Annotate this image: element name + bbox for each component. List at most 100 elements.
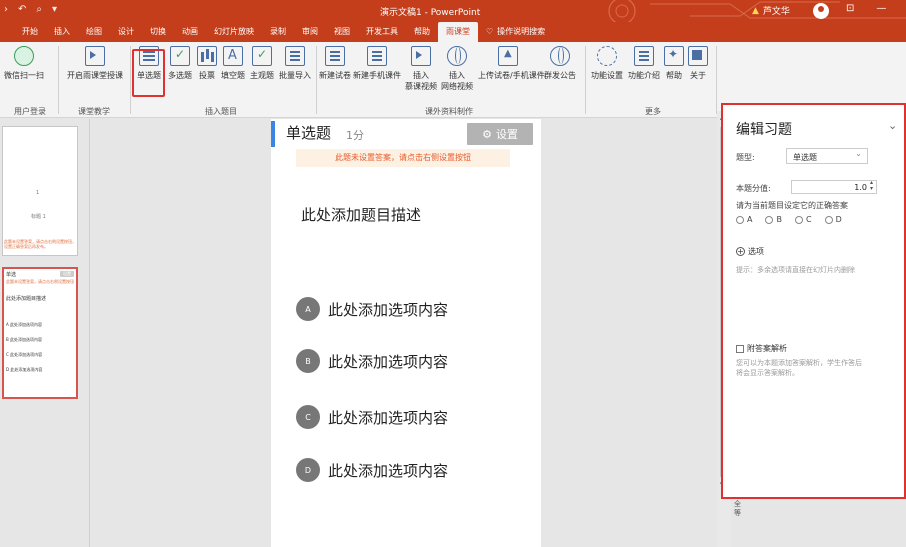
answer-analysis-checkbox[interactable]: 附答案解析 xyxy=(736,343,787,354)
group-label-extra: 课外资料制作 xyxy=(425,107,473,116)
slide-thumbnail-2[interactable]: 单选 设置 此题未设置答案，请点击右侧设置按钮 此处添加题目描述 A 此处添加选… xyxy=(2,267,78,399)
group-label-login: 用户登录 xyxy=(14,107,46,116)
score-input[interactable]: 1.0 xyxy=(791,180,877,194)
vote-label: 投票 xyxy=(199,71,215,80)
function-settings-label: 功能设置 xyxy=(591,71,623,80)
ribbon-display-button[interactable]: ⊡ xyxy=(846,3,854,14)
account-warning[interactable]: ▲ 芦文华 xyxy=(752,4,790,18)
wechat-scan-button[interactable]: 微信扫一扫 xyxy=(4,44,44,81)
about-button[interactable]: 关于 xyxy=(687,44,709,81)
insert-mooc-button[interactable]: 插入 慕课视频 xyxy=(403,44,439,92)
option-letter-badge: A xyxy=(296,297,320,321)
function-intro-button[interactable]: 功能介绍 xyxy=(626,44,662,81)
vote-button[interactable]: 投票 xyxy=(196,44,218,81)
function-intro-label: 功能介绍 xyxy=(628,71,660,80)
about-icon xyxy=(688,46,708,66)
slide-canvas[interactable]: 单选题 1分 ⚙ 设置 此题未设置答案，请点击右侧设置按钮 此处添加题目描述 A… xyxy=(271,119,541,547)
tab-record[interactable]: 录制 xyxy=(262,22,294,42)
insert-web-label: 插入 xyxy=(449,71,465,80)
answer-radio-a[interactable]: A xyxy=(736,215,752,224)
score-stepper[interactable]: ▴ ▾ xyxy=(870,180,873,192)
customize-icon[interactable]: ▾ xyxy=(52,4,57,15)
subjective-label: 主观题 xyxy=(250,71,274,80)
single-choice-highlight xyxy=(132,49,165,97)
answer-radio-c[interactable]: C xyxy=(794,215,812,224)
option-a[interactable]: A 此处添加选项内容 xyxy=(296,297,448,321)
mooc-icon xyxy=(411,46,431,66)
ribbon-tabs: 开始 插入 绘图 设计 切换 动画 幻灯片放映 录制 审阅 视图 开发工具 帮助… xyxy=(0,22,906,42)
tab-developer[interactable]: 开发工具 xyxy=(358,22,406,42)
window-controls: ⊡ — ◻ xyxy=(846,3,906,14)
side-collapse-control[interactable]: 全 等 xyxy=(734,500,741,518)
user-name: 芦文华 xyxy=(762,7,790,17)
help-button[interactable]: 帮助 xyxy=(663,44,685,81)
question-description[interactable]: 此处添加题目描述 xyxy=(301,204,421,225)
new-mobile-courseware-label: 新建手机课件 xyxy=(353,71,401,80)
chevron-down-icon[interactable]: ⌄ xyxy=(888,119,897,132)
insert-web-video-button[interactable]: 插入 网络视频 xyxy=(440,44,474,92)
question-settings-button[interactable]: ⚙ 设置 xyxy=(467,123,533,145)
tab-review[interactable]: 审阅 xyxy=(294,22,326,42)
question-accent-bar xyxy=(271,121,275,147)
divider xyxy=(585,46,586,114)
publish-notice-button[interactable]: 群发公告 xyxy=(540,44,580,81)
answer-radio-b[interactable]: B xyxy=(765,215,782,224)
subjective-button[interactable]: 主观题 xyxy=(248,44,276,81)
thumb1-note: 此题未设置答案，请点击右侧设置按钮，设置正确答案后再发布。 xyxy=(4,239,76,249)
tab-insert[interactable]: 插入 xyxy=(46,22,78,42)
answer-letter: C xyxy=(805,215,812,224)
avatar[interactable] xyxy=(813,3,829,19)
new-exam-button[interactable]: 新建试卷 xyxy=(318,44,352,81)
answer-letter: B xyxy=(776,215,782,224)
slide-thumbnail-1[interactable]: 1 标题 1 此题未设置答案，请点击右侧设置按钮，设置正确答案后再发布。 xyxy=(2,126,78,256)
upload-button[interactable]: 上传试卷/手机课件 xyxy=(478,44,545,81)
search-icon[interactable]: ⌕ xyxy=(36,4,42,15)
radio-circle xyxy=(736,215,744,224)
multi-choice-button[interactable]: 多选题 xyxy=(165,44,195,81)
tab-design[interactable]: 设计 xyxy=(110,22,142,42)
thumb2-desc: 此处添加题目描述 xyxy=(6,296,47,302)
new-exam-icon xyxy=(325,46,345,66)
batch-import-button[interactable]: 批量导入 xyxy=(277,44,313,81)
document-title: 演示文稿1 - PowerPoint xyxy=(380,8,481,18)
qat-more-icon[interactable]: › xyxy=(4,4,8,15)
start-class-button[interactable]: 开启雨课堂授课 xyxy=(64,44,126,81)
upload-label: 上传试卷/手机课件 xyxy=(478,71,545,80)
option-letter-badge: D xyxy=(296,458,320,482)
analysis-hint: 您可以为本题添加答案解析，学生作答后将会显示答案解析。 xyxy=(736,359,862,377)
question-type-select[interactable]: 单选题 xyxy=(786,148,868,164)
type-label: 题型: xyxy=(736,153,755,162)
question-score: 1分 xyxy=(346,129,364,142)
new-mobile-courseware-button[interactable]: 新建手机课件 xyxy=(353,44,401,81)
option-text: 此处添加选项内容 xyxy=(328,408,449,427)
option-b[interactable]: B 此处添加选项内容 xyxy=(296,349,448,373)
answer-prompt: 请为当前题目设定它的正确答案 xyxy=(736,201,848,210)
tab-rain-classroom[interactable]: 雨课堂 xyxy=(438,22,478,42)
tab-slideshow[interactable]: 幻灯片放映 xyxy=(206,22,262,42)
radio-circle xyxy=(794,215,803,224)
option-d[interactable]: D 此处添加选项内容 xyxy=(296,458,448,482)
minimize-button[interactable]: — xyxy=(876,3,886,14)
tab-help[interactable]: 帮助 xyxy=(406,22,438,42)
group-label-teaching: 课堂教学 xyxy=(78,107,110,116)
thumb2-option: A 此处添加选项内容 xyxy=(6,322,43,327)
answer-radio-d[interactable]: D xyxy=(824,215,842,224)
tab-transitions[interactable]: 切换 xyxy=(142,22,174,42)
tell-me-search[interactable]: ♡ 操作说明搜索 xyxy=(478,22,553,42)
answer-radio-group: A B C D xyxy=(736,215,842,224)
radio-circle xyxy=(824,215,833,224)
tab-draw[interactable]: 绘图 xyxy=(78,22,110,42)
checkbox-box xyxy=(736,344,744,353)
undo-icon[interactable]: ↶ xyxy=(18,4,26,15)
publish-notice-label: 群发公告 xyxy=(544,71,576,80)
tab-animations[interactable]: 动画 xyxy=(174,22,206,42)
tab-view[interactable]: 视图 xyxy=(326,22,358,42)
tab-home[interactable]: 开始 xyxy=(14,22,46,42)
fill-blank-button[interactable]: 填空题 xyxy=(219,44,247,81)
function-settings-button[interactable]: 功能设置 xyxy=(589,44,625,81)
thumb2-note: 此题未设置答案，请点击右侧设置按钮 xyxy=(6,279,74,284)
add-option-button[interactable]: + 选项 xyxy=(736,246,764,257)
radio-circle xyxy=(765,215,774,224)
option-c[interactable]: C 此处添加选项内容 xyxy=(296,405,448,429)
divider xyxy=(58,46,59,114)
